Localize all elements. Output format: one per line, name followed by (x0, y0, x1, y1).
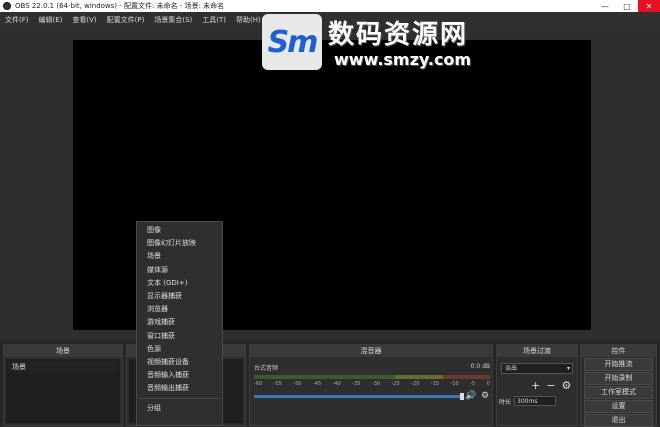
mixer-dock: 混音器 台式音频 0.0 dB -60 -55 -50 -45 -40 -35 … (249, 344, 493, 426)
remove-transition-button[interactable]: − (546, 379, 555, 392)
meter-tick: -55 (273, 381, 282, 387)
start-streaming-button[interactable]: 开始推流 (584, 358, 653, 371)
transition-settings-gear-icon[interactable]: ⚙ (561, 379, 571, 392)
watermark-url: www.smzy.com (334, 50, 472, 69)
watermark-logo: Sm (262, 14, 322, 70)
mixer-channel: 台式音频 0.0 dB -60 -55 -50 -45 -40 -35 -30 … (254, 363, 490, 401)
meter-tick: -50 (293, 381, 302, 387)
gear-icon[interactable]: ⚙ (480, 391, 490, 401)
menu-scene-collection[interactable]: 场景集合(S) (149, 15, 197, 25)
scene-item[interactable]: 场景 (8, 361, 118, 373)
meter-tick: -30 (371, 381, 381, 387)
window-title: OBS 22.0.1 (64-bit, windows) - 配置文件: 未命名… (15, 2, 225, 10)
menu-item-audio-output-capture[interactable]: 音频输出捕获 (137, 382, 222, 395)
meter-tick: -5 (470, 381, 476, 387)
duration-input[interactable]: 300ms (514, 396, 557, 406)
menu-edit[interactable]: 编辑(E) (34, 15, 68, 25)
menu-item-window-capture[interactable]: 窗口捕获 (137, 330, 222, 343)
menu-item-media-source[interactable]: 媒体源 (137, 264, 222, 277)
watermark: Sm 数码资源网 www.smzy.com (262, 12, 522, 74)
menu-item-audio-input-capture[interactable]: 音频输入捕获 (137, 369, 222, 382)
menu-item-browser[interactable]: 浏览器 (137, 303, 222, 316)
duration-label: 时长 (499, 398, 512, 406)
mixer-channel-db: 0.0 dB (470, 363, 490, 370)
preview-area (0, 28, 660, 340)
mixer-dock-title: 混音器 (250, 345, 492, 357)
dock-area: 场景 场景 来源 混音器 台式音频 0.0 dB -60 -55 -50 -45… (0, 340, 660, 427)
controls-dock: 控件 开始推流 开始录制 工作室模式 设置 退出 (580, 344, 657, 427)
menu-item-image-slideshow[interactable]: 图像幻灯片放映 (137, 237, 222, 250)
menu-profile[interactable]: 配置文件(P) (102, 15, 150, 25)
menu-item-color-source[interactable]: 色源 (137, 343, 222, 356)
meter-tick: 0 (486, 381, 490, 387)
transition-select[interactable]: 淡出 ▾ (501, 363, 573, 374)
studio-mode-button[interactable]: 工作室模式 (584, 386, 653, 399)
menu-item-video-capture-device[interactable]: 视频捕获设备 (137, 356, 222, 369)
transitions-dock: 场景过渡 淡出 ▾ + − ⚙ 时长 300ms (496, 344, 578, 426)
speaker-icon[interactable]: 🔊 (465, 391, 476, 401)
scenes-dock: 场景 场景 (3, 344, 123, 426)
menu-item-scene[interactable]: 场景 (137, 250, 222, 263)
meter-tick: -15 (430, 381, 440, 387)
add-source-context-menu: 图像 图像幻灯片放映 场景 媒体源 文本 (GDI+) 显示器捕获 浏览器 游戏… (136, 221, 223, 426)
exit-button[interactable]: 退出 (584, 414, 653, 427)
menu-view[interactable]: 查看(V) (67, 15, 101, 25)
meter-tick: -35 (352, 381, 361, 387)
mixer-channel-name: 台式音频 (254, 365, 279, 372)
scenes-list[interactable]: 场景 (6, 359, 120, 423)
title-bar: OBS 22.0.1 (64-bit, windows) - 配置文件: 未命名… (0, 0, 660, 12)
menu-separator (139, 398, 220, 400)
mixer-channel-label: 台式音频 0.0 dB (254, 363, 490, 372)
obs-logo-icon (3, 2, 11, 10)
watermark-name: 数码资源网 (328, 20, 469, 50)
settings-button[interactable]: 设置 (584, 400, 653, 413)
volume-slider-handle[interactable] (460, 392, 464, 400)
add-transition-button[interactable]: + (531, 379, 540, 392)
volume-meter (254, 375, 490, 379)
meter-tick: -10 (450, 381, 459, 387)
menu-item-game-capture[interactable]: 游戏捕获 (137, 316, 222, 329)
meter-tick: -20 (411, 381, 420, 387)
meter-tick: -25 (391, 381, 400, 387)
menu-file[interactable]: 文件(F) (0, 15, 34, 25)
scenes-dock-title: 场景 (4, 345, 122, 357)
window-controls: — □ ✕ (594, 0, 660, 12)
menu-item-image[interactable]: 图像 (137, 224, 222, 237)
maximize-button[interactable]: □ (616, 0, 638, 12)
meter-tick: -60 (254, 381, 263, 387)
transitions-dock-title: 场景过渡 (497, 345, 577, 357)
controls-dock-title: 控件 (581, 345, 656, 357)
menu-item-group[interactable]: 分组 (137, 402, 222, 415)
transition-selected-value: 淡出 (505, 365, 518, 372)
transition-tools: + − ⚙ (531, 379, 571, 392)
menu-help[interactable]: 帮助(H) (231, 15, 266, 25)
minimize-button[interactable]: — (594, 0, 616, 12)
close-button[interactable]: ✕ (638, 0, 660, 12)
meter-tick: -45 (312, 381, 322, 387)
menu-tools[interactable]: 工具(T) (197, 15, 231, 25)
volume-row: 🔊 ⚙ (254, 391, 490, 401)
start-recording-button[interactable]: 开始录制 (584, 372, 653, 385)
duration-row: 时长 300ms (499, 396, 557, 406)
meter-tick: -40 (332, 381, 341, 387)
chevron-down-icon: ▾ (566, 365, 570, 372)
menu-item-display-capture[interactable]: 显示器捕获 (137, 290, 222, 303)
volume-slider[interactable] (254, 392, 464, 400)
meter-ticks: -60 -55 -50 -45 -40 -35 -30 -25 -20 -15 … (254, 381, 490, 387)
menu-item-text-gdi[interactable]: 文本 (GDI+) (137, 277, 222, 290)
